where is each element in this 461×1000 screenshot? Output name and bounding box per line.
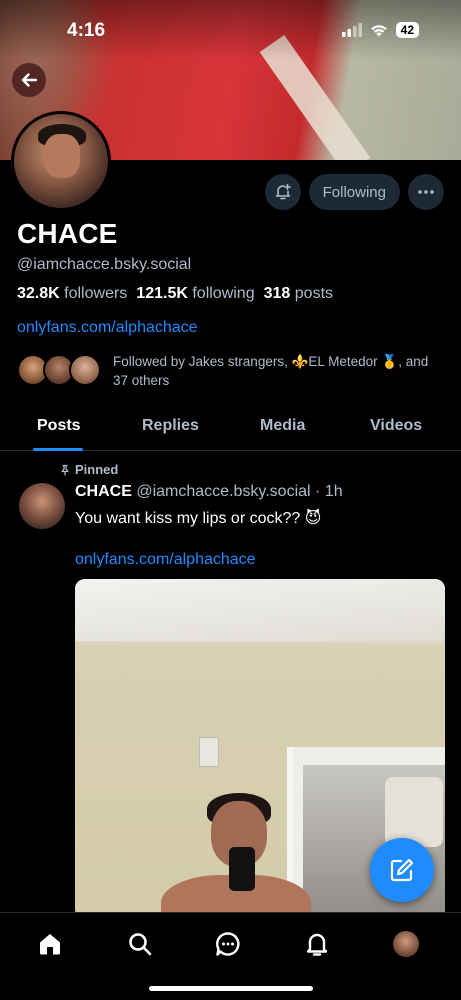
subscribe-notifications-button[interactable] xyxy=(264,174,301,210)
bell-plus-icon xyxy=(275,183,291,200)
posts-stat: 318 posts xyxy=(263,285,334,302)
nav-chat[interactable] xyxy=(213,929,243,959)
compose-icon xyxy=(390,858,414,882)
following-button[interactable]: Following xyxy=(308,174,400,210)
post-author-handle[interactable]: @iamchacce.bsky.social xyxy=(136,483,310,500)
post-text: You want kiss my lips or cock?? 😈 xyxy=(75,510,322,527)
followers-stat[interactable]: 32.8K followers xyxy=(17,285,127,303)
post-author-name[interactable]: CHACE xyxy=(75,483,132,500)
profile-link[interactable]: onlyfans.com/alphachace xyxy=(17,319,198,337)
tab-replies[interactable]: Replies xyxy=(142,417,199,435)
arrow-left-icon xyxy=(21,73,38,87)
battery-indicator: 42 xyxy=(395,22,419,38)
home-indicator xyxy=(149,986,313,991)
post-link[interactable]: onlyfans.com/alphachace xyxy=(75,551,256,569)
followed-by-row[interactable]: Followed by Jakes strangers, ⚜️EL Metedo… xyxy=(17,352,443,390)
profile-avatar[interactable] xyxy=(11,111,111,211)
nav-home[interactable] xyxy=(35,929,65,959)
status-bar: 4:16 42 xyxy=(0,0,461,60)
known-followers-avatars xyxy=(17,354,101,386)
bell-icon xyxy=(306,933,328,956)
active-tab-indicator xyxy=(33,448,83,451)
post-timestamp: · 1h xyxy=(315,483,343,500)
profile-handle: @iamchacce.bsky.social xyxy=(17,256,192,273)
tab-media[interactable]: Media xyxy=(260,417,305,435)
nav-profile[interactable] xyxy=(391,929,421,959)
signal-icon xyxy=(341,23,362,37)
wifi-icon xyxy=(370,25,387,37)
home-icon xyxy=(40,934,60,955)
more-options-button[interactable] xyxy=(408,174,444,210)
status-icons: 42 xyxy=(341,22,419,38)
tab-videos[interactable]: Videos xyxy=(370,417,422,435)
profile-stats: 32.8K followers 121.5K following 318 pos… xyxy=(17,285,333,303)
profile-actions: Following xyxy=(264,174,444,210)
known-follower-avatar xyxy=(69,354,101,386)
status-time: 4:16 xyxy=(67,20,106,41)
bottom-navigation xyxy=(0,912,461,1000)
compose-button[interactable] xyxy=(370,838,434,902)
following-stat[interactable]: 121.5K following xyxy=(136,285,254,303)
search-icon xyxy=(129,933,152,956)
post-author-avatar[interactable] xyxy=(19,483,65,529)
nav-notifications[interactable] xyxy=(302,929,332,959)
pinned-label: Pinned xyxy=(59,462,118,477)
back-button[interactable] xyxy=(12,63,46,97)
profile-tabs: Posts Replies Media Videos xyxy=(0,405,461,451)
display-name: CHACE xyxy=(17,218,118,249)
followed-by-text: Followed by Jakes strangers, ⚜️EL Metedo… xyxy=(113,354,429,388)
pin-icon xyxy=(61,464,69,476)
nav-search[interactable] xyxy=(125,929,155,959)
post-header: CHACE @iamchacce.bsky.social · 1h xyxy=(75,483,343,501)
chat-icon xyxy=(216,932,240,956)
tab-posts[interactable]: Posts xyxy=(37,417,81,435)
ellipsis-icon xyxy=(418,190,434,194)
nav-profile-avatar xyxy=(393,931,419,957)
